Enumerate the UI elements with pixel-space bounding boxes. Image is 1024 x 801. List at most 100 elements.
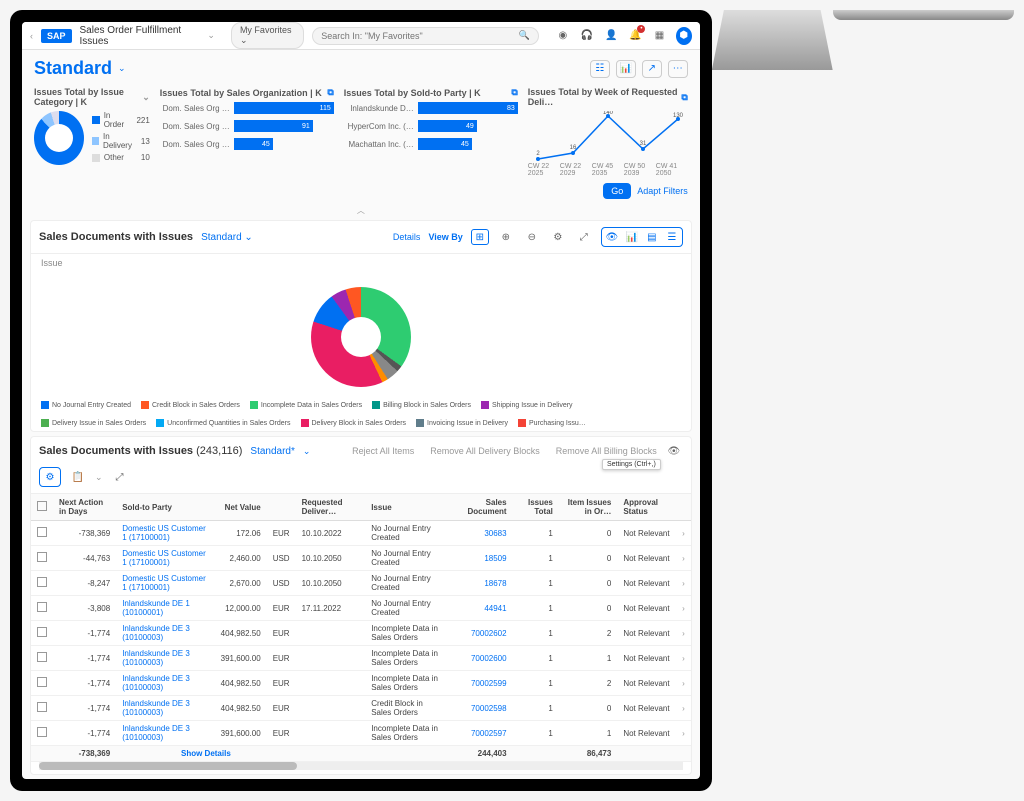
row-chevron-icon[interactable]: ›	[676, 696, 691, 721]
table-row: -1,774Inlandskunde DE 3 (10100003)404,98…	[31, 671, 691, 696]
row-chevron-icon[interactable]: ›	[676, 596, 691, 621]
chevron-down-icon[interactable]: ⌄	[142, 92, 150, 103]
row-chevron-icon[interactable]: ›	[676, 571, 691, 596]
favorites-dropdown[interactable]: My Favorites ⌄	[231, 22, 304, 49]
row-chevron-icon[interactable]: ›	[676, 621, 691, 646]
sales-doc-link[interactable]: 18509	[451, 546, 513, 571]
sold-to-link[interactable]: Inlandskunde DE 3 (10100003)	[116, 621, 214, 646]
legend-item[interactable]: Delivery Block in Sales Orders	[301, 419, 407, 427]
select-all-checkbox[interactable]	[37, 501, 47, 511]
more-icon[interactable]: ⋯	[668, 60, 688, 78]
show-details-link[interactable]: Show Details	[116, 746, 295, 762]
variant-selector[interactable]: Standard ⌄	[201, 232, 253, 243]
search-field[interactable]: 🔍	[312, 27, 538, 45]
sold-to-link[interactable]: Domestic US Customer 1 (17100001)	[116, 521, 214, 546]
remove-delivery-link[interactable]: Remove All Delivery Blocks	[430, 446, 540, 456]
variant-selector[interactable]: Standard	[250, 446, 295, 457]
fullscreen-icon[interactable]: ⤢	[111, 469, 129, 485]
sales-doc-link[interactable]: 30683	[451, 521, 513, 546]
sales-doc-link[interactable]: 44941	[451, 596, 513, 621]
row-checkbox[interactable]	[37, 627, 47, 637]
adapt-filters-link[interactable]: Adapt Filters	[637, 186, 688, 196]
table-header-row: Next Action in Days Sold-to Party Net Va…	[31, 494, 691, 521]
zoom-out-icon[interactable]: ⊖	[523, 229, 541, 245]
legend-item[interactable]: Incomplete Data in Sales Orders	[250, 401, 362, 409]
popout-icon[interactable]: ⧉	[511, 87, 517, 98]
chevron-down-icon[interactable]: ⌄	[303, 446, 311, 457]
popout-icon[interactable]: ⧉	[681, 92, 687, 103]
fullscreen-icon[interactable]: ⤢	[575, 229, 593, 245]
row-checkbox[interactable]	[37, 527, 47, 537]
search-icon[interactable]: 🔍	[519, 30, 530, 41]
row-chevron-icon[interactable]: ›	[676, 721, 691, 746]
sold-to-link[interactable]: Inlandskunde DE 3 (10100003)	[116, 696, 214, 721]
row-checkbox[interactable]	[37, 602, 47, 612]
sold-to-link[interactable]: Inlandskunde DE 3 (10100003)	[116, 721, 214, 746]
horizontal-scrollbar[interactable]	[39, 762, 683, 770]
chevron-down-icon[interactable]: ⌄	[207, 30, 215, 41]
help-icon[interactable]: 🎧	[579, 27, 595, 45]
gear-icon[interactable]: ⚙	[41, 469, 59, 485]
legend-item[interactable]: Shipping Issue in Delivery	[481, 401, 573, 409]
view-toggle[interactable]: 👁 📊 ▤ ☰	[601, 227, 683, 247]
sales-doc-link[interactable]: 70002599	[451, 671, 513, 696]
chart-icon[interactable]: 📊	[623, 229, 641, 245]
bar-chart-icon[interactable]: 📊	[616, 60, 636, 78]
notification-icon[interactable]: 🔔•	[627, 27, 643, 45]
zoom-in-icon[interactable]: ⊕	[497, 229, 515, 245]
export-icon[interactable]: 📋	[69, 469, 87, 485]
sales-doc-link[interactable]: 18678	[451, 571, 513, 596]
user-avatar[interactable]: ⬢	[676, 27, 692, 45]
collapse-handle-icon[interactable]: ︿	[22, 205, 700, 216]
app-title[interactable]: Sales Order Fulfillment Issues	[80, 25, 200, 47]
row-chevron-icon[interactable]: ›	[676, 671, 691, 696]
sold-to-link[interactable]: Domestic US Customer 1 (17100001)	[116, 546, 214, 571]
details-link[interactable]: Details	[393, 232, 421, 242]
eye-icon[interactable]: 👁	[665, 443, 683, 459]
variant-dropdown-icon[interactable]: ⌄	[118, 63, 126, 74]
row-checkbox[interactable]	[37, 652, 47, 662]
profile-icon[interactable]: 👤	[603, 27, 619, 45]
row-checkbox[interactable]	[37, 727, 47, 737]
legend-item[interactable]: Unconfirmed Quantities in Sales Orders	[156, 419, 290, 427]
row-checkbox[interactable]	[37, 677, 47, 687]
sales-doc-link[interactable]: 70002598	[451, 696, 513, 721]
sales-doc-link[interactable]: 70002602	[451, 621, 513, 646]
grid-icon[interactable]: ⊞	[471, 229, 489, 245]
sold-to-link[interactable]: Inlandskunde DE 3 (10100003)	[116, 671, 214, 696]
legend-item[interactable]: No Journal Entry Created	[41, 401, 131, 409]
gear-icon[interactable]: ⚙	[549, 229, 567, 245]
remove-billing-link[interactable]: Remove All Billing Blocks	[556, 446, 657, 456]
row-checkbox[interactable]	[37, 552, 47, 562]
row-checkbox[interactable]	[37, 702, 47, 712]
feedback-icon[interactable]: ◉	[555, 27, 571, 45]
chevron-down-icon[interactable]: ⌄	[95, 472, 103, 483]
legend-item[interactable]: Invoicing Issue in Delivery	[416, 419, 508, 427]
legend-item[interactable]: Billing Block in Sales Orders	[372, 401, 471, 409]
row-chevron-icon[interactable]: ›	[676, 646, 691, 671]
back-icon[interactable]: ‹	[30, 31, 33, 41]
settings-group[interactable]: ⚙	[39, 467, 61, 487]
reject-all-link[interactable]: Reject All Items	[352, 446, 414, 456]
search-input[interactable]	[321, 31, 518, 41]
sold-to-link[interactable]: Inlandskunde DE 1 (10100001)	[116, 596, 214, 621]
eye-icon[interactable]: 👁	[603, 229, 621, 245]
popout-icon[interactable]: ⧉	[327, 87, 333, 98]
sold-to-link[interactable]: Domestic US Customer 1 (17100001)	[116, 571, 214, 596]
list-icon[interactable]: ☰	[663, 229, 681, 245]
row-chevron-icon[interactable]: ›	[676, 521, 691, 546]
table-row: -8,247Domestic US Customer 1 (17100001)2…	[31, 571, 691, 596]
row-chevron-icon[interactable]: ›	[676, 546, 691, 571]
row-checkbox[interactable]	[37, 577, 47, 587]
sales-doc-link[interactable]: 70002600	[451, 646, 513, 671]
legend-item[interactable]: Credit Block in Sales Orders	[141, 401, 240, 409]
table-icon[interactable]: ▤	[643, 229, 661, 245]
sales-doc-link[interactable]: 70002597	[451, 721, 513, 746]
chart-view-icon[interactable]: ☷	[590, 60, 610, 78]
apps-icon[interactable]: ▦	[651, 27, 667, 45]
legend-item[interactable]: Purchasing Issu…	[518, 419, 586, 427]
sold-to-link[interactable]: Inlandskunde DE 3 (10100003)	[116, 646, 214, 671]
go-button[interactable]: Go	[603, 183, 631, 199]
share-icon[interactable]: ↗	[642, 60, 662, 78]
legend-item[interactable]: Delivery Issue in Sales Orders	[41, 419, 146, 427]
